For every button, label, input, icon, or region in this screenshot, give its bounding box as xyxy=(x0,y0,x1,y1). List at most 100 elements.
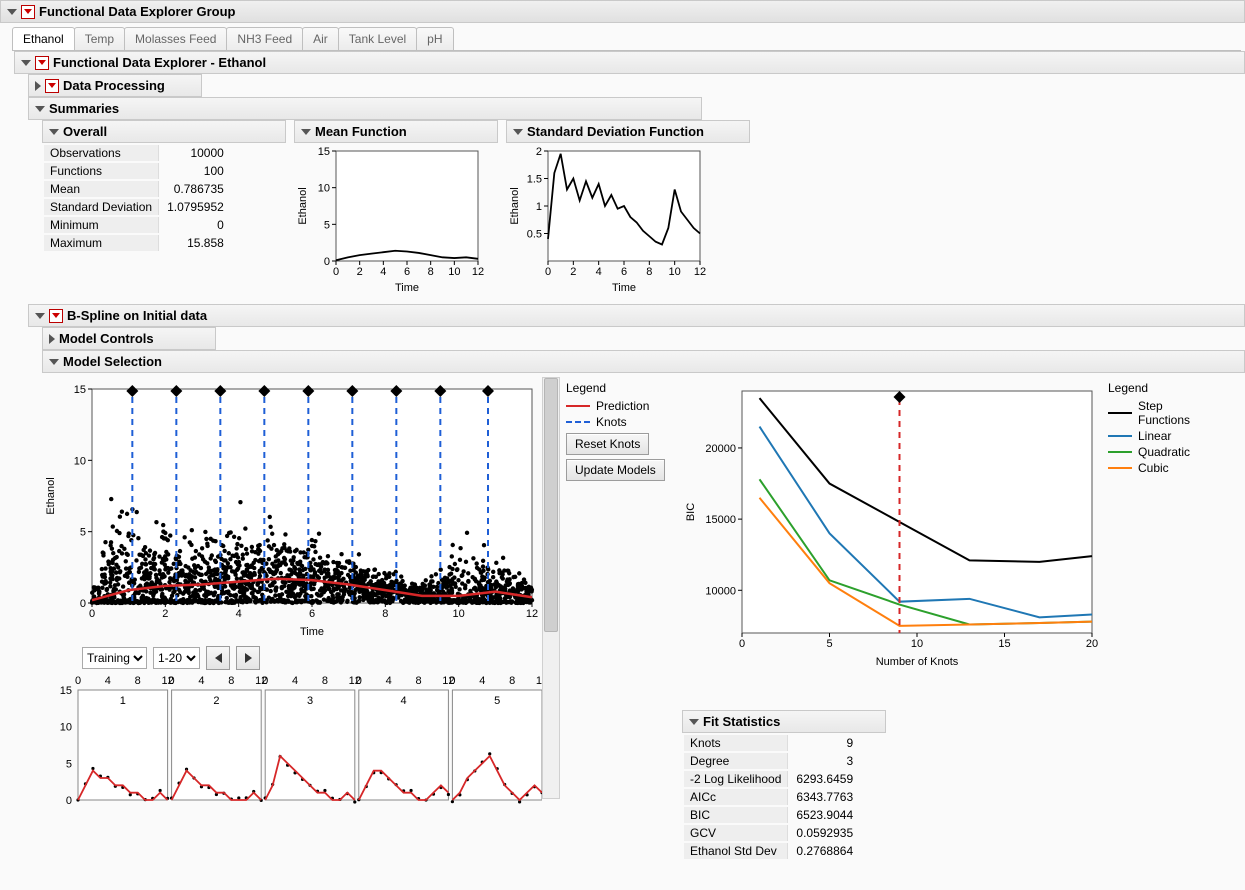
disclose-icon[interactable] xyxy=(21,60,31,66)
group-title: Functional Data Explorer Group xyxy=(39,4,235,19)
svg-text:6: 6 xyxy=(404,266,410,278)
data-processing-header[interactable]: Data Processing xyxy=(28,74,202,97)
stat-value: 6523.9044 xyxy=(790,807,859,823)
sd-fn-header[interactable]: Standard Deviation Function xyxy=(506,120,750,143)
sd-fn-title: Standard Deviation Function xyxy=(527,124,704,139)
stat-label: Mean xyxy=(44,181,159,197)
svg-text:5: 5 xyxy=(826,638,832,650)
tab-nh3-feed[interactable]: NH3 Feed xyxy=(226,27,303,50)
tab-air[interactable]: Air xyxy=(302,27,339,50)
tab-molasses-feed[interactable]: Molasses Feed xyxy=(124,27,227,50)
bspline-header[interactable]: B-Spline on Initial data xyxy=(28,304,1245,327)
overall-header[interactable]: Overall xyxy=(42,120,286,143)
explorer-title: Functional Data Explorer - Ethanol xyxy=(53,55,266,70)
svg-text:0.5: 0.5 xyxy=(527,229,542,241)
disclose-icon[interactable] xyxy=(49,359,59,365)
disclose-icon[interactable] xyxy=(301,129,311,135)
disclose-icon[interactable] xyxy=(35,106,45,112)
disclose-icon[interactable] xyxy=(49,334,55,344)
svg-text:8: 8 xyxy=(382,608,388,620)
legend-label: Knots xyxy=(596,415,627,429)
svg-text:10000: 10000 xyxy=(705,585,736,597)
prev-button[interactable] xyxy=(206,646,230,670)
hotspot-icon[interactable] xyxy=(45,79,59,93)
svg-text:4: 4 xyxy=(479,675,485,687)
update-models-button[interactable]: Update Models xyxy=(566,459,665,481)
svg-text:8: 8 xyxy=(646,266,652,278)
overall-title: Overall xyxy=(63,124,107,139)
subset-select[interactable]: Training xyxy=(82,647,147,669)
svg-text:15: 15 xyxy=(60,685,72,697)
legend-swatch xyxy=(1108,467,1132,469)
svg-text:15: 15 xyxy=(74,384,86,396)
svg-text:10: 10 xyxy=(60,722,72,734)
scrollbar-thumb[interactable] xyxy=(544,378,558,632)
explorer-header[interactable]: Functional Data Explorer - Ethanol xyxy=(14,51,1245,74)
svg-text:0: 0 xyxy=(324,256,330,268)
legend-title: Legend xyxy=(566,381,676,395)
svg-text:Ethanol: Ethanol xyxy=(297,187,309,224)
tab-ethanol[interactable]: Ethanol xyxy=(12,27,75,50)
stat-value: 0.786735 xyxy=(161,181,230,197)
stat-value: 0.2768864 xyxy=(790,843,859,859)
mean-function-chart[interactable]: 024681012051015TimeEthanol xyxy=(294,143,484,293)
hotspot-icon[interactable] xyxy=(35,56,49,70)
stat-value: 10000 xyxy=(161,145,230,161)
sd-function-chart[interactable]: 0246810120.511.52TimeEthanol xyxy=(506,143,706,293)
disclose-icon[interactable] xyxy=(35,313,45,319)
disclose-icon[interactable] xyxy=(689,719,699,725)
bic-chart[interactable]: 05101520100001500020000Number of KnotsBI… xyxy=(682,377,1102,667)
svg-text:2: 2 xyxy=(357,266,363,278)
disclose-icon[interactable] xyxy=(7,9,17,15)
svg-text:2: 2 xyxy=(162,608,168,620)
stat-label: Knots xyxy=(684,735,788,751)
stat-label: Functions xyxy=(44,163,159,179)
svg-text:20: 20 xyxy=(1086,638,1098,650)
mean-fn-title: Mean Function xyxy=(315,124,407,139)
hotspot-icon[interactable] xyxy=(21,5,35,19)
svg-text:2: 2 xyxy=(536,146,542,158)
reset-knots-button[interactable]: Reset Knots xyxy=(566,433,649,455)
svg-text:Ethanol: Ethanol xyxy=(509,187,521,224)
model-selection-chart[interactable]: 024681012051015TimeEthanol xyxy=(42,377,542,637)
mean-fn-header[interactable]: Mean Function xyxy=(294,120,498,143)
svg-text:0: 0 xyxy=(169,675,175,687)
group-header[interactable]: Functional Data Explorer Group xyxy=(0,0,1245,23)
hotspot-icon[interactable] xyxy=(49,309,63,323)
model-selection-header[interactable]: Model Selection xyxy=(42,350,1245,373)
model-controls-header[interactable]: Model Controls xyxy=(42,327,216,350)
disclose-icon[interactable] xyxy=(49,129,59,135)
legend-item: Knots xyxy=(566,415,676,429)
tab-strip: EthanolTempMolasses FeedNH3 FeedAirTank … xyxy=(12,27,1245,50)
disclose-icon[interactable] xyxy=(35,81,41,91)
fit-stats-title: Fit Statistics xyxy=(703,714,780,729)
small-multiples[interactable]: 051015048121048122048123048124048125 xyxy=(42,670,542,810)
stat-label: Observations xyxy=(44,145,159,161)
svg-text:6: 6 xyxy=(621,266,627,278)
tab-ph[interactable]: pH xyxy=(416,27,453,50)
svg-text:Ethanol: Ethanol xyxy=(45,477,57,514)
svg-text:10: 10 xyxy=(448,266,460,278)
tab-temp[interactable]: Temp xyxy=(74,27,125,50)
legend-panel-2: Legend Step FunctionsLinearQuadraticCubi… xyxy=(1108,377,1218,477)
next-button[interactable] xyxy=(236,646,260,670)
legend-swatch xyxy=(1108,451,1132,453)
svg-text:0: 0 xyxy=(545,266,551,278)
legend-swatch xyxy=(1108,435,1132,437)
svg-text:8: 8 xyxy=(509,675,515,687)
svg-text:1: 1 xyxy=(120,695,126,707)
tab-tank-level[interactable]: Tank Level xyxy=(338,27,417,50)
svg-text:10: 10 xyxy=(453,608,465,620)
svg-text:12: 12 xyxy=(694,266,706,278)
summaries-header[interactable]: Summaries xyxy=(28,97,702,120)
range-select[interactable]: 1-20 xyxy=(153,647,200,669)
legend-label: Quadratic xyxy=(1138,445,1190,459)
disclose-icon[interactable] xyxy=(513,129,523,135)
svg-text:4: 4 xyxy=(198,675,204,687)
stat-value: 0 xyxy=(161,217,230,233)
svg-text:4: 4 xyxy=(236,608,242,620)
svg-text:5: 5 xyxy=(80,527,86,539)
fit-stats-header[interactable]: Fit Statistics xyxy=(682,710,886,733)
vertical-scrollbar[interactable] xyxy=(542,377,560,799)
stat-value: 100 xyxy=(161,163,230,179)
